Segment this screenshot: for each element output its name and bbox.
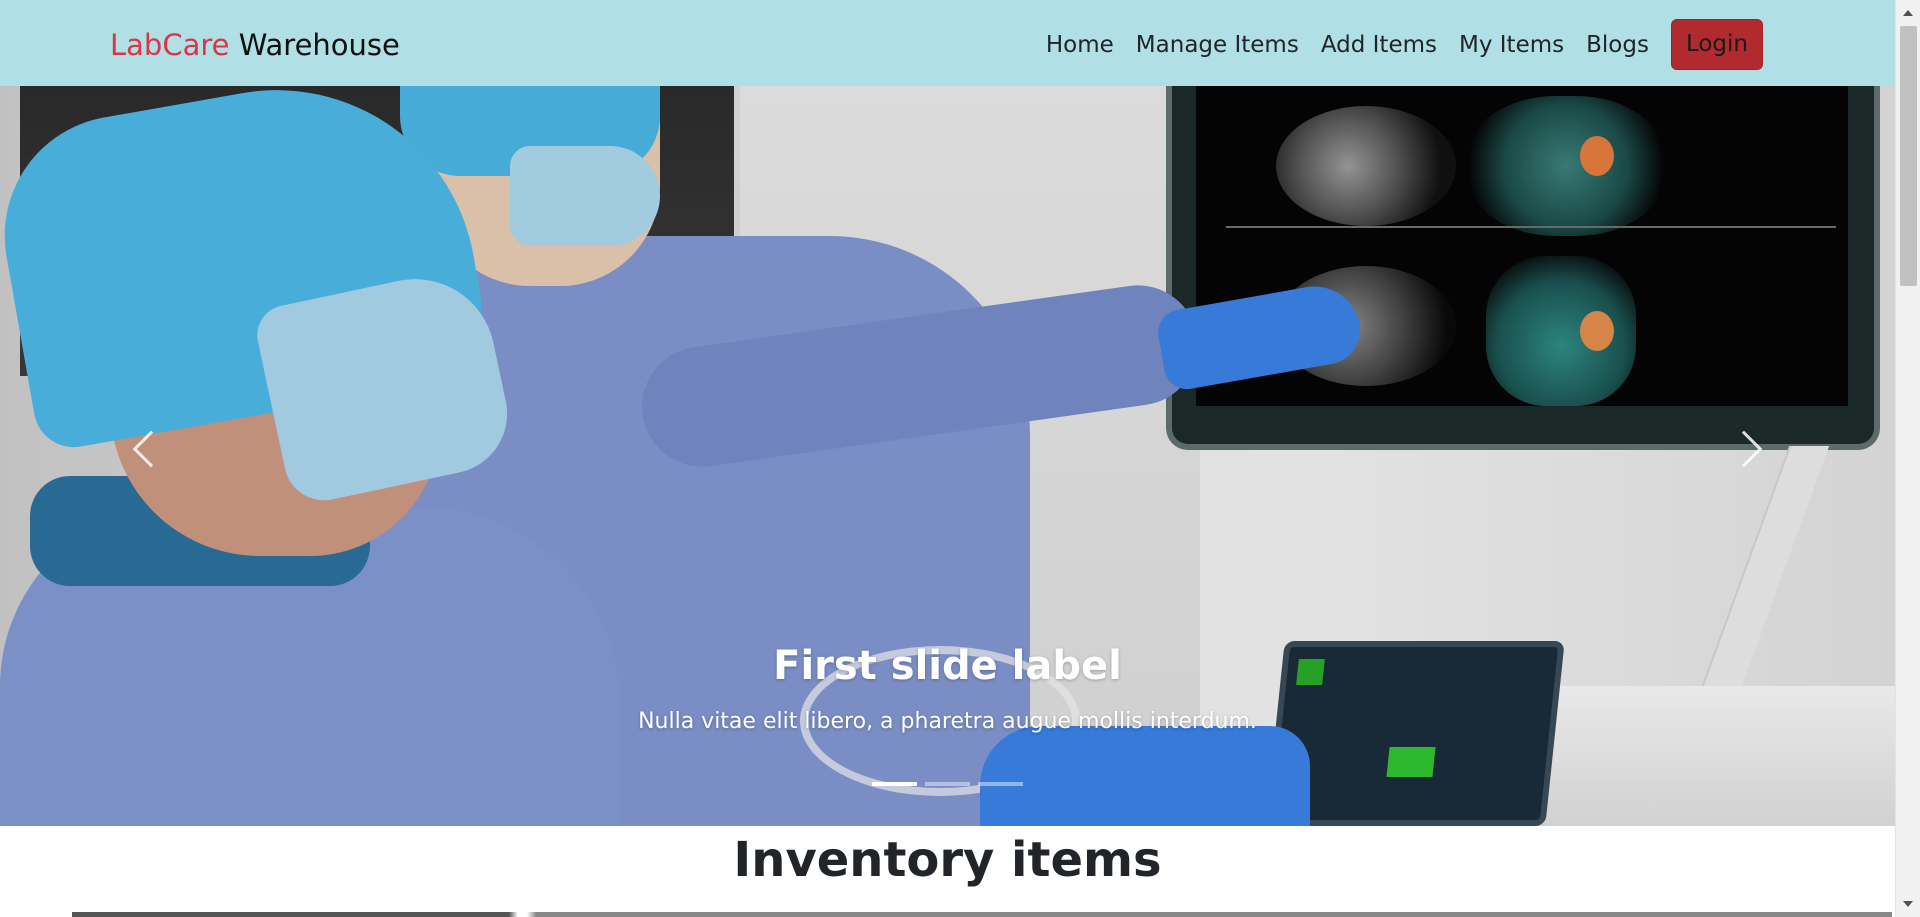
nav-link-home[interactable]: Home: [1035, 20, 1125, 70]
scroll-up-arrow-icon[interactable]: [1903, 10, 1913, 16]
slide-title: First slide label: [773, 643, 1122, 689]
vertical-scrollbar[interactable]: [1895, 0, 1920, 917]
brand-logo[interactable]: LabCare Warehouse: [110, 25, 400, 65]
section-title: Inventory items: [733, 832, 1162, 888]
scroll-down-arrow-icon[interactable]: [1903, 901, 1913, 907]
carousel-indicator-3[interactable]: [978, 782, 1023, 786]
nav-link-blogs[interactable]: Blogs: [1575, 20, 1660, 70]
carousel-indicator-2[interactable]: [925, 782, 970, 786]
brand-name: Warehouse: [229, 28, 400, 62]
carousel-indicators: [0, 782, 1895, 786]
slide-text: Nulla vitae elit libero, a pharetra augu…: [638, 709, 1257, 734]
inventory-cards-top-edge: [72, 912, 1892, 917]
login-button[interactable]: Login: [1670, 19, 1763, 70]
nav-links: Home Manage Items Add Items My Items Blo…: [1035, 19, 1763, 70]
nav-link-add-items[interactable]: Add Items: [1310, 20, 1448, 70]
hero-carousel: First slide label Nulla vitae elit liber…: [0, 86, 1895, 826]
brand-name-accent: LabCare: [110, 28, 230, 62]
chevron-left-icon: [132, 430, 170, 468]
slide-caption: First slide label Nulla vitae elit liber…: [0, 641, 1895, 737]
navbar: LabCare Warehouse Home Manage Items Add …: [0, 0, 1895, 86]
nav-link-my-items[interactable]: My Items: [1448, 20, 1575, 70]
carousel-indicator-1[interactable]: [872, 782, 917, 786]
chevron-right-icon: [1725, 430, 1763, 468]
nav-link-manage-items[interactable]: Manage Items: [1125, 20, 1310, 70]
scroll-thumb[interactable]: [1900, 26, 1917, 286]
page: LabCare Warehouse Home Manage Items Add …: [0, 0, 1895, 917]
